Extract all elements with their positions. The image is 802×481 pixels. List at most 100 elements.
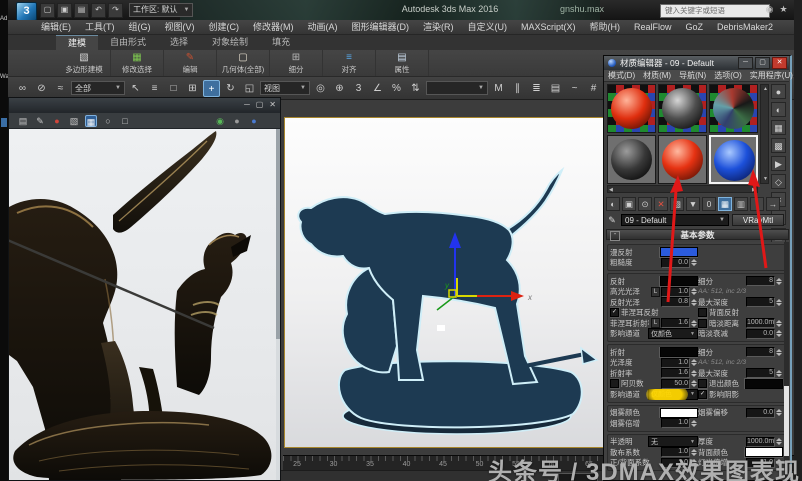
spinner[interactable] <box>776 298 783 307</box>
record-icon[interactable]: ● <box>51 115 63 127</box>
menu-item-组(G)[interactable]: 组(G) <box>122 20 158 35</box>
me-menu-item-材质(M)[interactable]: 材质(M) <box>643 70 671 81</box>
material-editor-titlebar[interactable]: 材质编辑器 - 09 - Default ─ ▢ ✕ <box>604 56 789 70</box>
dropdown-影响通道[interactable]: 仅颜色 ▼ <box>646 388 698 400</box>
backlight-icon[interactable]: ◐ <box>771 102 786 117</box>
spinner[interactable] <box>691 287 698 296</box>
filter-icon[interactable]: ▧ <box>68 115 80 127</box>
spinner[interactable] <box>691 369 698 378</box>
select-and-scale-icon[interactable]: ◱ <box>241 80 258 97</box>
material-id-channel-icon[interactable]: 0 <box>702 196 716 211</box>
next-image-icon[interactable]: ● <box>248 115 260 127</box>
scroll-right-icon[interactable]: ▶ <box>752 187 756 193</box>
assign-material-to-selection-icon[interactable]: ⊙ <box>638 196 652 211</box>
layer-manager-icon[interactable]: ≣ <box>528 80 545 97</box>
checkbox-退出颜色[interactable] <box>698 379 707 389</box>
menu-item-工具(T)[interactable]: 工具(T) <box>78 20 122 35</box>
slot-gray-checker[interactable] <box>658 84 707 133</box>
search-input[interactable]: 键入关键字或短语 <box>660 4 770 18</box>
reset-map-icon[interactable]: ✕ <box>654 196 668 211</box>
menu-item-帮助(H)[interactable]: 帮助(H) <box>583 20 628 35</box>
ribbon-tab-选择[interactable]: 选择 <box>158 35 200 50</box>
value-field-厚度[interactable]: 1000.0m <box>746 436 775 447</box>
window-crossing-icon[interactable]: ⊞ <box>184 80 201 97</box>
menu-item-视图(V)[interactable]: 视图(V) <box>158 20 202 35</box>
slot-swirl-checker[interactable] <box>709 84 758 133</box>
value-field-暗淡距离[interactable]: 1000.0m <box>746 318 775 329</box>
menu-item-MAXScript(X)[interactable]: MAXScript(X) <box>514 20 583 35</box>
menu-item-创建(C)[interactable]: 创建(C) <box>202 20 247 35</box>
spinner[interactable] <box>776 277 783 286</box>
value-field-粗糙度[interactable]: 0.0 <box>661 257 690 268</box>
ribbon-tab-填充[interactable]: 填充 <box>260 35 302 50</box>
color-swatch-反射[interactable] <box>660 276 698 287</box>
graphite-ribbon-icon[interactable]: ▤ <box>547 80 564 97</box>
model-tail[interactable] <box>504 166 565 238</box>
angle-snap-icon[interactable]: ∠ <box>369 80 386 97</box>
spinner[interactable] <box>776 408 783 417</box>
value-field-光泽度[interactable]: 1.0 <box>661 357 690 368</box>
ribbon-button-属性[interactable]: ▤ 属性 <box>376 50 429 76</box>
menu-item-GoZ[interactable]: GoZ <box>679 20 711 35</box>
pick-material-eyedropper-icon[interactable]: ✎ <box>606 214 618 226</box>
menu-item-编辑(E)[interactable]: 编辑(E) <box>34 20 78 35</box>
spinner[interactable] <box>776 437 783 446</box>
photo-window-titlebar[interactable]: ─ ▢ ✕ <box>9 98 280 113</box>
ribbon-tab-自由形式[interactable]: 自由形式 <box>98 35 158 50</box>
checkbox-菲涅耳反射[interactable]: ✓ <box>610 308 619 318</box>
reference-coordinate-dropdown[interactable]: 视图 ▼ <box>260 81 310 95</box>
me-menu-item-选项(O)[interactable]: 选项(O) <box>714 70 742 81</box>
viewport-canvas[interactable]: y x <box>285 118 609 447</box>
select-by-name-icon[interactable]: ≡ <box>146 80 163 97</box>
fit-window-icon[interactable]: □ <box>119 115 131 127</box>
menu-item-动画(A)[interactable]: 动画(A) <box>301 20 345 35</box>
menu-item-渲染(R)[interactable]: 渲染(R) <box>416 20 461 35</box>
ribbon-button-编辑[interactable]: ✎ 编辑 <box>164 50 217 76</box>
spinner[interactable] <box>776 348 783 357</box>
max-logo-button[interactable]: 3 <box>16 2 37 21</box>
background-icon[interactable]: ▦ <box>771 120 786 135</box>
snaps-toggle-icon[interactable]: 3 <box>350 80 367 97</box>
checkbox-影响阴影[interactable]: ✓ <box>698 389 707 399</box>
zoom-mode-icon[interactable]: ○ <box>102 115 114 127</box>
spinner[interactable] <box>776 369 783 378</box>
select-object-icon[interactable]: ↖ <box>127 80 144 97</box>
minimize-button[interactable]: ─ <box>738 57 753 69</box>
value-field-高光光泽[interactable]: 1.0 <box>661 286 690 297</box>
value-field-烟雾倍增[interactable]: 1.0 <box>661 418 690 429</box>
value-field-细分[interactable]: 8 <box>746 276 775 287</box>
lock-button[interactable]: L <box>651 318 660 329</box>
color-swatch-退出颜色[interactable] <box>745 378 783 389</box>
put-to-library-icon[interactable]: ▼ <box>686 196 700 211</box>
put-to-scene-icon[interactable]: ▣ <box>622 196 636 211</box>
select-and-link-icon[interactable]: ∞ <box>14 80 31 97</box>
align-icon[interactable]: ∥ <box>509 80 526 97</box>
scroll-down-icon[interactable]: ▼ <box>763 176 768 182</box>
value-field-烟雾偏移[interactable]: 0.0 <box>746 407 775 418</box>
value-field-暗淡衰减[interactable]: 0.0 <box>746 328 775 339</box>
value-field-细分[interactable]: 8 <box>746 347 775 358</box>
ribbon-tab-对象绘制[interactable]: 对象绘制 <box>200 35 260 50</box>
schematic-view-icon[interactable]: # <box>585 80 602 97</box>
slot-red-checker[interactable] <box>607 84 656 133</box>
maximize-button[interactable]: ▢ <box>256 100 264 110</box>
value-field-最大深度[interactable]: 5 <box>746 368 775 379</box>
menu-item-RealFlow[interactable]: RealFlow <box>627 20 679 35</box>
make-preview-icon[interactable]: ◇ <box>771 174 786 189</box>
favorites-icon[interactable]: ★ <box>778 3 789 16</box>
open-file-icon[interactable]: ▣ <box>57 2 72 18</box>
me-menu-item-模式(D)[interactable]: 模式(D) <box>608 70 635 81</box>
menu-item-自定义(U)[interactable]: 自定义(U) <box>461 20 515 35</box>
spinner[interactable] <box>691 319 698 328</box>
bind-to-spacewarp-icon[interactable]: ≈ <box>52 80 69 97</box>
menu-item-图形编辑器(D)[interactable]: 图形编辑器(D) <box>345 20 417 35</box>
spinner[interactable] <box>691 358 698 367</box>
thumbnails-icon[interactable]: ▤ <box>17 115 29 127</box>
spinner-snap-icon[interactable]: ⇅ <box>407 80 424 97</box>
basic-parameters-rollout[interactable]: - 基本参数 <box>606 229 789 241</box>
scroll-up-icon[interactable]: ▲ <box>763 86 768 92</box>
ribbon-tab-建模[interactable]: 建模 <box>56 35 99 50</box>
mirror-icon[interactable]: M <box>490 80 507 97</box>
use-pivot-center-icon[interactable]: ◎ <box>312 80 329 97</box>
go-to-parent-icon[interactable]: ↑ <box>750 196 764 211</box>
